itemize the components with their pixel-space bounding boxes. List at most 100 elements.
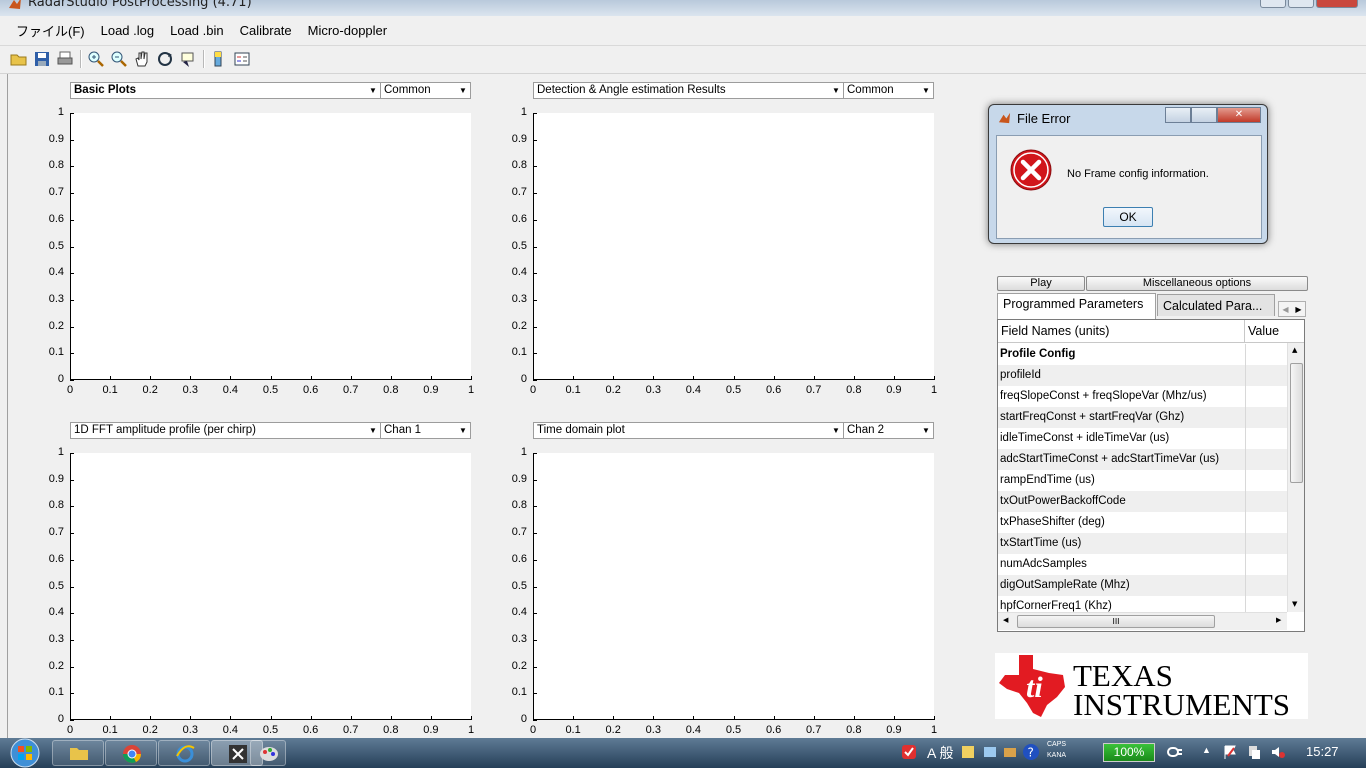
plot-type-select-3[interactable]: 1D FFT amplitude profile (per chirp) ▼ [70, 422, 381, 439]
value-cell[interactable] [1245, 428, 1287, 449]
battery-level[interactable]: 100% [1103, 743, 1155, 762]
y-tick-mark [533, 720, 537, 721]
maximize-button[interactable] [1288, 0, 1314, 8]
zoom-in-icon[interactable] [87, 50, 105, 68]
table-row[interactable]: freqSlopeConst + freqSlopeVar (Mhz/us) [998, 386, 1287, 407]
column-header-value[interactable]: Value [1245, 320, 1304, 343]
security-shield-icon[interactable] [901, 744, 917, 760]
table-row[interactable]: rampEndTime (us) [998, 470, 1287, 491]
tab-programmed-parameters[interactable]: Programmed Parameters [997, 293, 1156, 319]
taskbar-chrome[interactable] [105, 740, 157, 766]
table-row[interactable]: txOutPowerBackoffCode [998, 491, 1287, 512]
tab-scroll-right-icon[interactable]: ▶ [1295, 305, 1301, 314]
taskbar-internet-explorer[interactable] [158, 740, 210, 766]
dialog-maximize-button[interactable] [1191, 107, 1217, 123]
y-tick-label: 0.3 [48, 292, 64, 305]
clock[interactable]: 15:27 [1306, 744, 1339, 759]
table-row[interactable]: txPhaseShifter (deg) [998, 512, 1287, 533]
volume-muted-icon[interactable] [1270, 744, 1286, 760]
power-plug-icon[interactable] [1166, 745, 1184, 759]
channel-select-4[interactable]: Chan 2 ▼ [843, 422, 934, 439]
value-cell[interactable] [1245, 491, 1287, 512]
taskbar-explorer[interactable] [52, 740, 104, 766]
plot-axes-basic[interactable] [70, 113, 471, 380]
ime-tool-icon[interactable] [960, 744, 976, 760]
value-cell[interactable] [1245, 575, 1287, 596]
value-cell[interactable] [1245, 365, 1287, 386]
ime-tools-icon[interactable] [1002, 744, 1018, 760]
value-cell[interactable] [1245, 554, 1287, 575]
x-tick-label: 0.1 [102, 724, 118, 736]
x-tick-mark [893, 716, 895, 720]
minimize-button[interactable] [1260, 0, 1286, 8]
channel-select-3[interactable]: Chan 1 ▼ [380, 422, 471, 439]
ime-mode-indicator[interactable]: A 般 [927, 743, 953, 763]
menu-micro-doppler[interactable]: Micro-doppler [300, 23, 395, 38]
network-icon[interactable] [1246, 744, 1262, 760]
scroll-down-icon[interactable]: ▼ [1292, 600, 1297, 608]
horizontal-scrollbar[interactable]: ◀ III ▶ [998, 612, 1287, 630]
value-cell[interactable] [1245, 470, 1287, 491]
value-cell[interactable] [1245, 512, 1287, 533]
plot-type-select-1[interactable]: Basic Plots ▼ [70, 82, 381, 99]
legend-icon[interactable] [233, 50, 251, 68]
colorbar-icon[interactable] [210, 50, 228, 68]
value-cell[interactable] [1245, 386, 1287, 407]
show-hidden-icons-icon[interactable]: ▲ [1202, 745, 1211, 755]
channel-select-2[interactable]: Common ▼ [843, 82, 934, 99]
zoom-out-icon[interactable] [110, 50, 128, 68]
value-cell[interactable] [1245, 344, 1287, 365]
menu-load-bin[interactable]: Load .bin [162, 23, 232, 38]
plot-axes-fft[interactable] [70, 453, 471, 720]
scroll-left-icon[interactable]: ◀ [1003, 616, 1008, 624]
x-tick-mark [773, 376, 775, 380]
open-folder-icon[interactable] [10, 50, 28, 68]
vertical-scrollbar[interactable]: ▲ ▼ [1287, 343, 1304, 612]
channel-select-1[interactable]: Common ▼ [380, 82, 471, 99]
y-tick-mark [70, 720, 74, 721]
pan-hand-icon[interactable] [133, 50, 151, 68]
tab-scroll-left-icon[interactable]: ◀ [1282, 305, 1288, 314]
plot-axes-detection[interactable] [533, 113, 934, 380]
horizontal-scroll-thumb[interactable]: III [1017, 615, 1215, 628]
column-header-field-names[interactable]: Field Names (units) [998, 320, 1245, 343]
table-row[interactable]: startFreqConst + startFreqVar (Ghz) [998, 407, 1287, 428]
save-icon[interactable] [33, 50, 51, 68]
action-center-flag-icon[interactable] [1222, 744, 1238, 760]
value-cell[interactable] [1245, 407, 1287, 428]
plot-axes-time-domain[interactable] [533, 453, 934, 720]
table-row[interactable]: txStartTime (us) [998, 533, 1287, 554]
logo-line-2: INSTRUMENTS [1073, 687, 1291, 722]
y-tick-label: 0.5 [511, 239, 527, 252]
ok-button[interactable]: OK [1103, 207, 1153, 227]
table-row[interactable]: idleTimeConst + idleTimeVar (us) [998, 428, 1287, 449]
print-icon[interactable] [56, 50, 74, 68]
taskbar-paint[interactable] [250, 740, 286, 766]
plot-type-select-2[interactable]: Detection & Angle estimation Results ▼ [533, 82, 844, 99]
menu-calibrate[interactable]: Calibrate [232, 23, 300, 38]
dialog-minimize-button[interactable] [1165, 107, 1191, 123]
data-cursor-icon[interactable] [179, 50, 197, 68]
table-row[interactable]: digOutSampleRate (Mhz) [998, 575, 1287, 596]
plot-type-select-4[interactable]: Time domain plot ▼ [533, 422, 844, 439]
table-row[interactable]: adcStartTimeConst + adcStartTimeVar (us) [998, 449, 1287, 470]
misc-options-button[interactable]: Miscellaneous options [1086, 276, 1308, 291]
ime-dictionary-icon[interactable] [982, 744, 998, 760]
menu-load-log[interactable]: Load .log [93, 23, 163, 38]
scroll-right-icon[interactable]: ▶ [1276, 616, 1281, 624]
menu-file[interactable]: ファイル(F) [0, 21, 93, 40]
start-button-icon[interactable] [6, 738, 44, 768]
play-button[interactable]: Play [997, 276, 1085, 291]
dialog-close-button[interactable]: ✕ [1217, 107, 1261, 123]
tab-calculated-parameters[interactable]: Calculated Para... [1157, 294, 1275, 316]
close-button[interactable] [1316, 0, 1358, 8]
table-row[interactable]: numAdcSamples [998, 554, 1287, 575]
table-row[interactable]: profileId [998, 365, 1287, 386]
value-cell[interactable] [1245, 449, 1287, 470]
scroll-up-icon[interactable]: ▲ [1292, 346, 1297, 354]
rotate-3d-icon[interactable] [156, 50, 174, 68]
help-icon[interactable]: ? [1022, 743, 1040, 761]
value-cell[interactable] [1245, 533, 1287, 554]
vertical-scroll-thumb[interactable] [1290, 363, 1303, 483]
table-group-row[interactable]: Profile Config [998, 344, 1287, 365]
